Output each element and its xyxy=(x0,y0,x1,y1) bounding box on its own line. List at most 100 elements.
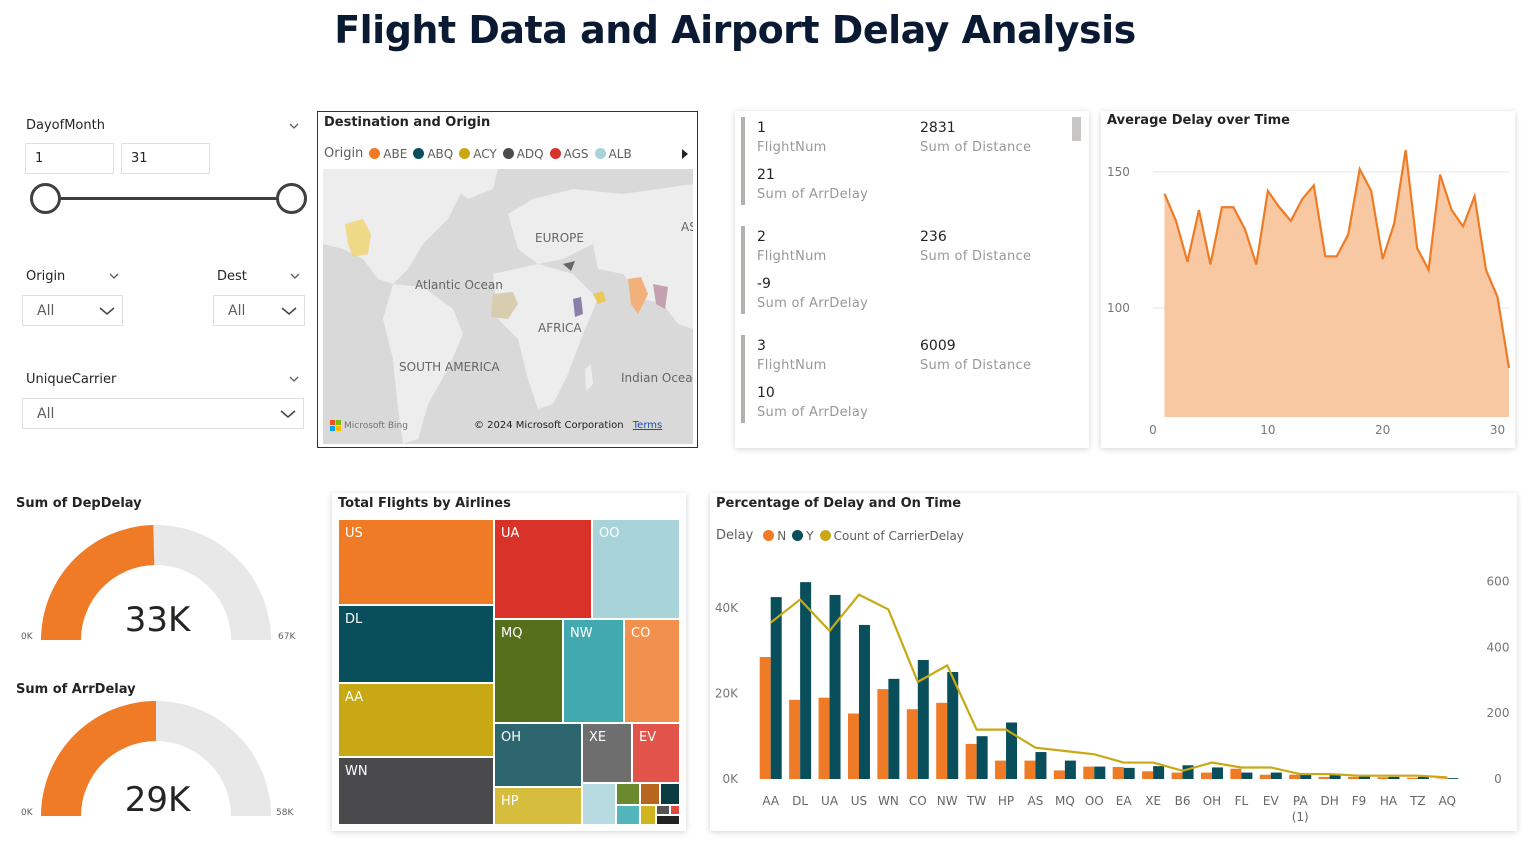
carrier-delay-line xyxy=(770,593,1448,779)
bing-logo: Microsoft Bing xyxy=(330,420,408,431)
map-title: Destination and Origin xyxy=(324,115,491,130)
bar-n xyxy=(877,689,889,779)
treemap-cell-ua[interactable]: UA xyxy=(494,519,592,619)
treemap-cell-us[interactable]: US xyxy=(338,519,494,605)
map-label-indian-ocean: Indian Ocea xyxy=(621,371,693,385)
map-legend-item[interactable]: ACY xyxy=(459,147,497,161)
x-tick-label: UA xyxy=(821,794,839,808)
card-distance-label: Sum of Distance xyxy=(920,249,1032,264)
treemap-cell-dl[interactable]: DL xyxy=(338,605,494,683)
treemap-label: HP xyxy=(501,794,519,809)
x-tick-label: TZ xyxy=(1409,794,1426,808)
chevron-down-icon[interactable] xyxy=(109,271,119,281)
card-arrdelay-label: Sum of ArrDelay xyxy=(757,187,869,202)
x-tick-label: OH xyxy=(1203,794,1221,808)
chevron-down-icon xyxy=(280,410,296,418)
map-legend-item[interactable]: AGS xyxy=(549,146,589,161)
treemap-cell-oo[interactable]: OO xyxy=(592,519,680,619)
x-tick-label: AS xyxy=(1028,794,1044,808)
scrollbar-thumb[interactable] xyxy=(1072,117,1081,141)
treemap-cell-small[interactable] xyxy=(656,815,680,825)
terms-link[interactable]: Terms xyxy=(633,420,662,431)
treemap-cell-xe[interactable]: XE xyxy=(582,723,632,783)
bar-y xyxy=(1153,766,1165,779)
treemap-cell-mq[interactable]: MQ xyxy=(494,619,563,723)
x-tick-label: EA xyxy=(1116,794,1133,808)
treemap-cell-small[interactable] xyxy=(616,783,640,805)
treemap-cell-small[interactable] xyxy=(582,783,616,825)
x-tick-label: HP xyxy=(998,794,1014,808)
bar-n xyxy=(1112,767,1124,779)
treemap-cell-wn[interactable]: WN xyxy=(338,757,494,825)
map-visual: Destination and Origin Origin ABE ABQ AC… xyxy=(317,111,698,448)
treemap-label: NW xyxy=(570,626,593,641)
treemap-cell-small[interactable] xyxy=(640,783,660,805)
x-tick-label: 0 xyxy=(1149,423,1157,437)
microsoft-logo-icon xyxy=(330,420,341,431)
treemap-cell-hp[interactable]: HP xyxy=(494,787,582,825)
range-slider-track[interactable] xyxy=(45,197,292,200)
treemap[interactable]: US DL AA WN UA OO MQ NW CO OH XE EV HP xyxy=(338,519,680,825)
card-distance-value: 2831 xyxy=(920,120,956,136)
treemap-cell-oh[interactable]: OH xyxy=(494,723,582,787)
range-slider-start-handle[interactable] xyxy=(30,183,61,214)
range-slider-end-handle[interactable] xyxy=(276,183,307,214)
gauge-max-label: 58K xyxy=(276,808,294,818)
y-right-tick-label: 400 xyxy=(1487,640,1510,654)
x-tick-label: F9 xyxy=(1352,794,1367,808)
origin-dropdown[interactable]: All xyxy=(22,295,123,326)
gauge-depdelay: Sum of DepDelay 33K 0K 67K xyxy=(0,490,320,660)
map-legend-item[interactable]: ABE xyxy=(369,147,407,161)
bar-n xyxy=(759,657,771,779)
x-tick-label: AQ xyxy=(1439,794,1456,808)
gauge-arc xyxy=(41,701,271,816)
treemap-cell-small[interactable] xyxy=(656,805,670,815)
card-arrdelay-label: Sum of ArrDelay xyxy=(757,405,869,420)
map-legend-item[interactable]: ADQ xyxy=(502,147,544,161)
bar-y xyxy=(858,624,870,779)
x-tick-label: DL xyxy=(792,794,808,808)
carrier-dropdown[interactable]: All xyxy=(22,398,304,429)
bar-n xyxy=(1289,774,1301,779)
card-flightnum-label: FlightNum xyxy=(757,249,827,264)
chevron-down-icon[interactable] xyxy=(290,271,300,281)
treemap-cell-aa[interactable]: AA xyxy=(338,683,494,757)
delay-combo-chart[interactable]: 0K 20K 40K 0 200 400 600 AA DL UA US WN CO NW TW HP AS MQ… xyxy=(710,493,1517,831)
map-legend-title: Origin xyxy=(324,146,364,161)
bar-n xyxy=(1348,776,1360,779)
bar-n xyxy=(789,699,801,779)
legend-dot xyxy=(459,148,471,159)
legend-label: AGS xyxy=(563,146,589,161)
legend-next-icon[interactable] xyxy=(680,148,690,160)
treemap-cell-small[interactable] xyxy=(670,805,680,815)
treemap-cell-small[interactable] xyxy=(660,783,680,805)
treemap-label: UA xyxy=(501,526,520,541)
bing-text: Microsoft Bing xyxy=(344,420,408,431)
dayofmonth-max-input[interactable]: 31 xyxy=(121,143,210,174)
gauge-value: 33K xyxy=(124,600,191,640)
x-tick-label: XE xyxy=(1145,794,1161,808)
map-legend-item[interactable]: ABQ xyxy=(413,147,453,161)
treemap-cell-small[interactable] xyxy=(616,805,640,825)
map-canvas[interactable]: EUROPE Atlantic Ocean AFRICA SOUTH AMERI… xyxy=(323,169,693,444)
treemap-cell-ev[interactable]: EV xyxy=(632,723,680,783)
bar-n xyxy=(1171,772,1183,779)
legend-label: ABE xyxy=(383,146,408,161)
bar-y xyxy=(888,678,900,779)
dayofmonth-min-input[interactable]: 1 xyxy=(25,143,114,174)
treemap-label: OH xyxy=(501,730,522,745)
treemap-cell-nw[interactable]: NW xyxy=(563,619,624,723)
treemap-cell-co[interactable]: CO xyxy=(624,619,680,723)
card-flightnum-value: 1 xyxy=(757,120,766,136)
y-right-tick-label: 600 xyxy=(1487,574,1510,588)
dest-dropdown-value: All xyxy=(228,303,246,319)
chevron-down-icon[interactable] xyxy=(289,374,299,384)
map-legend-item[interactable]: ALB xyxy=(594,147,632,161)
avg-delay-chart[interactable]: 100 150 0 10 20 30 xyxy=(1101,111,1515,448)
chevron-down-icon[interactable] xyxy=(289,121,299,131)
treemap-cell-small[interactable] xyxy=(640,805,656,825)
bar-n xyxy=(1024,760,1036,779)
dest-dropdown[interactable]: All xyxy=(213,295,305,326)
bar-n xyxy=(1083,766,1095,779)
map-label-south-america: SOUTH AMERICA xyxy=(399,360,500,374)
